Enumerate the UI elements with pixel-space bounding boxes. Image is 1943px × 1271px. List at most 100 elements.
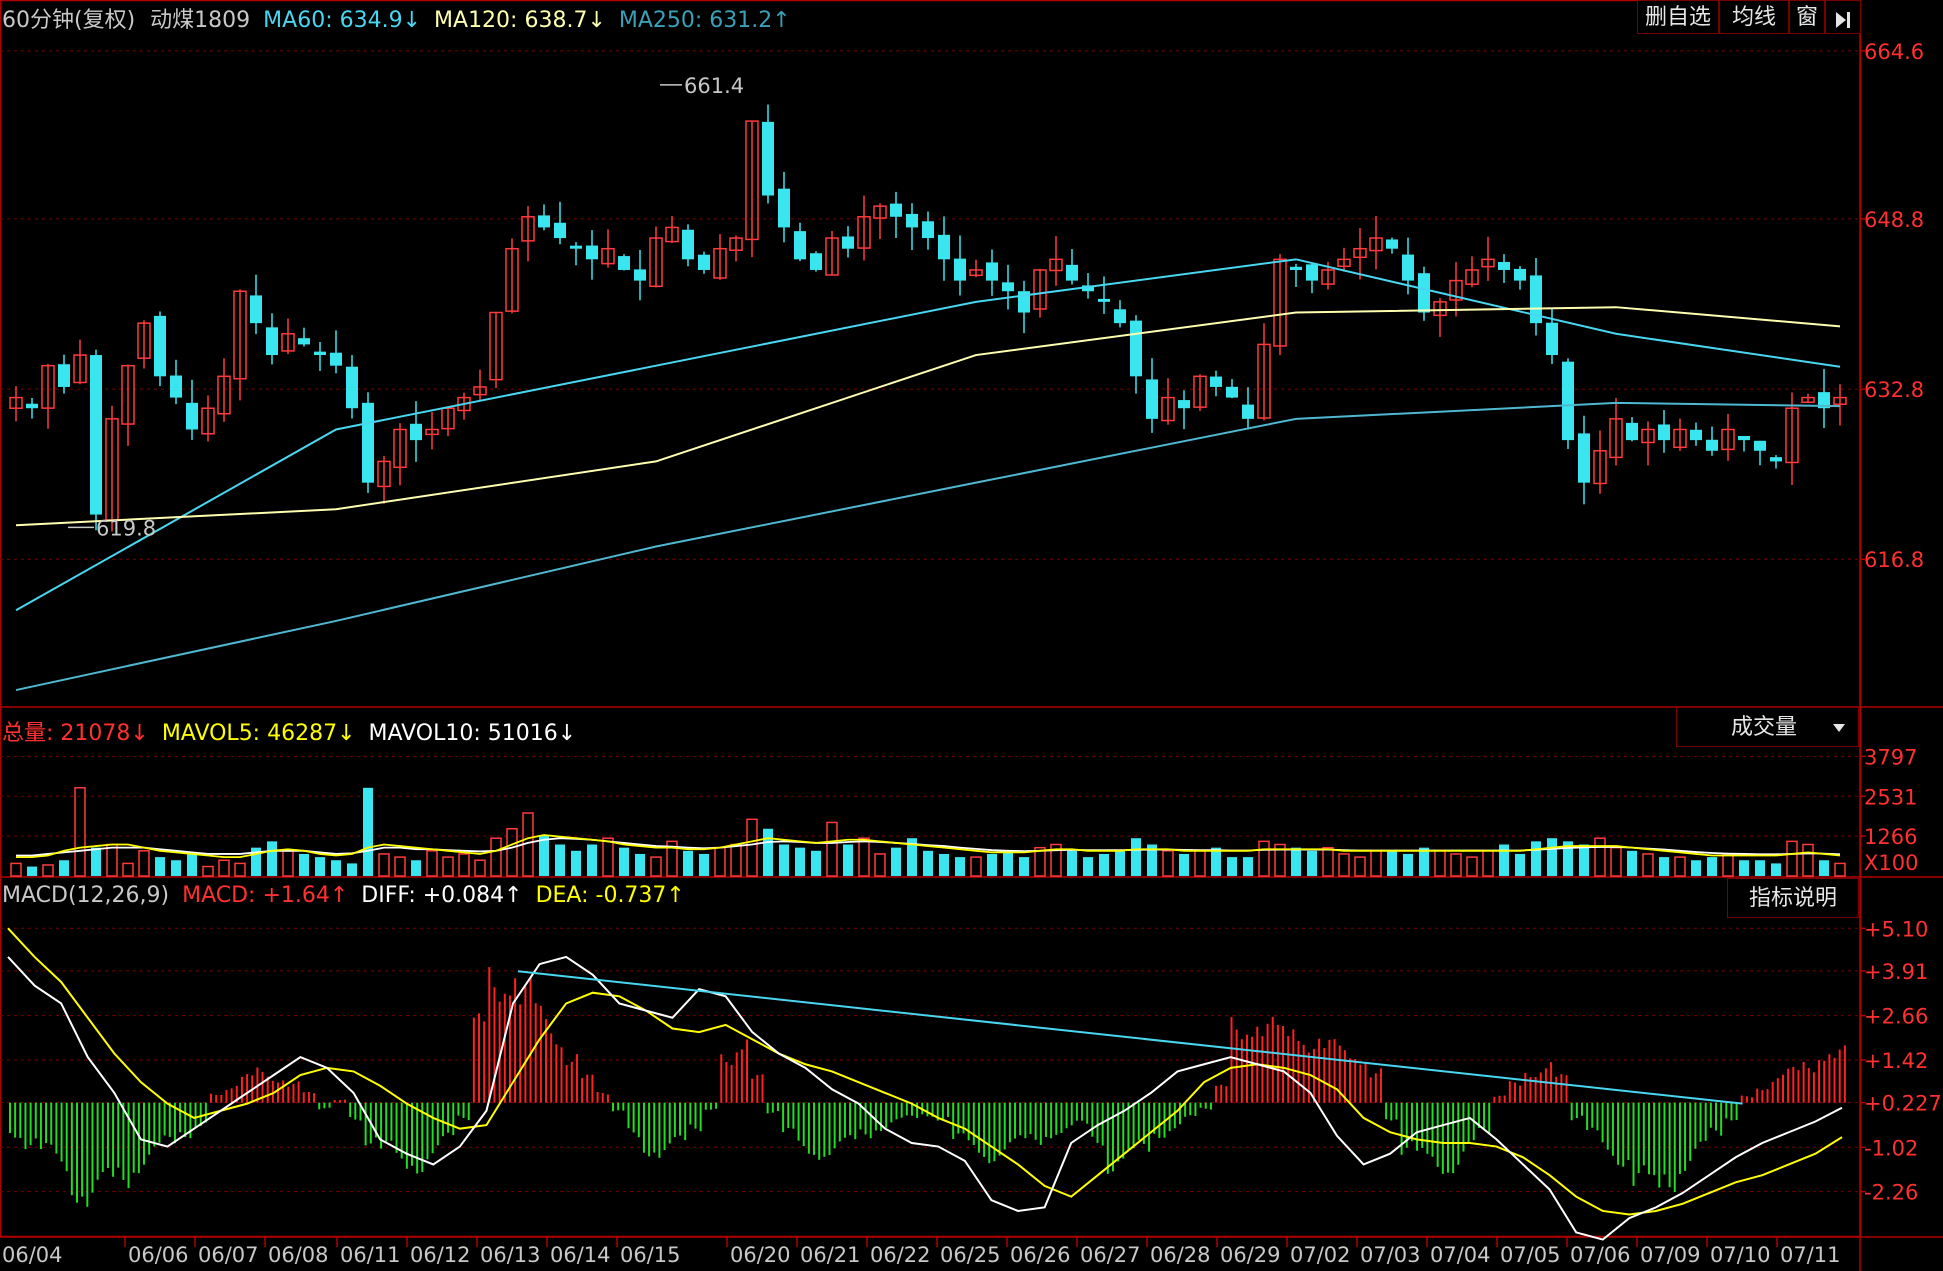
macd-name-label: MACD(12,26,9) xyxy=(2,883,170,908)
candle xyxy=(410,401,422,462)
candle-body xyxy=(362,402,374,483)
ma60-label: MA60: 634.9↓ xyxy=(263,8,422,33)
candle xyxy=(233,289,247,401)
volume-bar xyxy=(171,860,181,876)
macd-panel[interactable] xyxy=(0,927,1860,1241)
candle-body xyxy=(1386,239,1398,249)
price-panel[interactable]: 661.4 619.8 xyxy=(0,50,1860,692)
candle xyxy=(154,311,166,387)
macd-tick-label: -2.26 xyxy=(1864,1181,1918,1205)
candle-body xyxy=(682,229,694,260)
candle-body xyxy=(1706,439,1718,451)
candle xyxy=(842,226,854,258)
candle xyxy=(330,330,342,374)
candle xyxy=(441,407,455,437)
x-tick-label: 07/02 xyxy=(1290,1243,1351,1267)
ma250-label: MA250: 631.2↑ xyxy=(618,8,791,33)
volume-bar xyxy=(202,865,214,877)
moving-average-button[interactable]: 均线 xyxy=(1719,0,1789,34)
candle-body xyxy=(538,215,550,228)
x-tick-label: 06/06 xyxy=(128,1243,189,1267)
volume-panel[interactable] xyxy=(0,755,1860,877)
volume-bar xyxy=(1739,860,1749,876)
candle-body xyxy=(906,213,918,228)
volume-bar xyxy=(1227,857,1237,876)
volume-bar xyxy=(1131,838,1141,876)
volume-bar xyxy=(138,850,150,877)
candle xyxy=(1449,262,1463,317)
candle xyxy=(1273,254,1287,356)
candle xyxy=(1130,315,1142,394)
candle xyxy=(1066,249,1078,285)
candle xyxy=(1690,422,1702,446)
volume-bar xyxy=(1003,850,1013,876)
x-tick-label: 07/03 xyxy=(1360,1243,1421,1267)
candle xyxy=(1673,418,1687,451)
volume-bar xyxy=(987,853,997,876)
volume-bar xyxy=(1466,856,1478,877)
volume-bar xyxy=(699,853,709,876)
volume-bar xyxy=(1307,850,1317,876)
dropdown-triangle-icon xyxy=(1832,708,1846,762)
x-tick-label: 06/15 xyxy=(620,1243,681,1267)
delete-favorite-button[interactable]: 删自选 xyxy=(1637,0,1719,34)
volume-bar xyxy=(267,841,277,876)
candle xyxy=(922,211,934,250)
price-tick-label: 664.6 xyxy=(1864,40,1924,64)
candle xyxy=(1210,370,1222,397)
candle xyxy=(969,259,983,278)
x-tick-label: 07/11 xyxy=(1780,1243,1841,1267)
candle xyxy=(698,251,710,274)
candle-body xyxy=(154,315,166,377)
x-tick-label: 06/13 xyxy=(480,1243,541,1267)
volume-bar xyxy=(1115,850,1125,876)
window-button[interactable]: 窗 xyxy=(1789,0,1825,34)
indicator-help-button[interactable]: 指标说明 xyxy=(1727,878,1859,918)
candle-body xyxy=(778,188,790,228)
volume-bar xyxy=(10,862,22,877)
candle xyxy=(1833,384,1847,426)
candle xyxy=(505,238,519,314)
candle xyxy=(1593,430,1607,494)
volume-bar xyxy=(299,853,309,876)
candle xyxy=(938,216,950,281)
macd-tick-label: +0.227 xyxy=(1864,1092,1942,1116)
macd-tick-label: +2.66 xyxy=(1864,1005,1928,1029)
candle xyxy=(1161,378,1175,425)
candle-body xyxy=(922,221,934,239)
candle xyxy=(1242,387,1254,430)
volume-bar xyxy=(1834,862,1846,877)
price-tick-label: 632.8 xyxy=(1864,378,1924,402)
volume-bar xyxy=(714,846,726,877)
candle xyxy=(1337,247,1351,272)
candle xyxy=(745,120,759,258)
x-tick-label: 07/06 xyxy=(1570,1243,1631,1267)
candle xyxy=(1433,298,1447,337)
candle-body xyxy=(330,352,342,366)
candle xyxy=(554,201,566,245)
volume-bar xyxy=(1627,850,1637,876)
candle-body xyxy=(1290,266,1302,270)
candle xyxy=(1514,265,1526,290)
candle-body xyxy=(1770,457,1782,462)
candle-body xyxy=(794,231,806,260)
indicator-select[interactable]: 成交量 xyxy=(1676,707,1859,747)
candle-body xyxy=(1210,376,1222,387)
macd-tick-label: +5.10 xyxy=(1864,917,1928,941)
volume-bar xyxy=(795,847,805,876)
volume-bar xyxy=(282,850,294,877)
volume-bar xyxy=(1354,856,1366,877)
candle-body xyxy=(570,245,582,249)
x-tick-label: 06/07 xyxy=(198,1243,259,1267)
volume-bar xyxy=(1434,850,1446,877)
candle-body xyxy=(618,256,630,270)
candle xyxy=(729,235,743,262)
play-bar-icon[interactable] xyxy=(1825,0,1861,34)
volume-bar xyxy=(1419,847,1429,876)
volume-bar xyxy=(843,844,853,876)
candle xyxy=(794,222,806,262)
volume-bar xyxy=(683,850,693,876)
candle xyxy=(873,203,887,240)
stock-chart[interactable]: 661.4 619.8 664.6 648.8 632.8 616.8 3797 2531 1… xyxy=(0,0,1943,1271)
y-axis-labels: 664.6 648.8 632.8 616.8 3797 2531 1266X100 +5.1… xyxy=(1860,40,1942,1205)
